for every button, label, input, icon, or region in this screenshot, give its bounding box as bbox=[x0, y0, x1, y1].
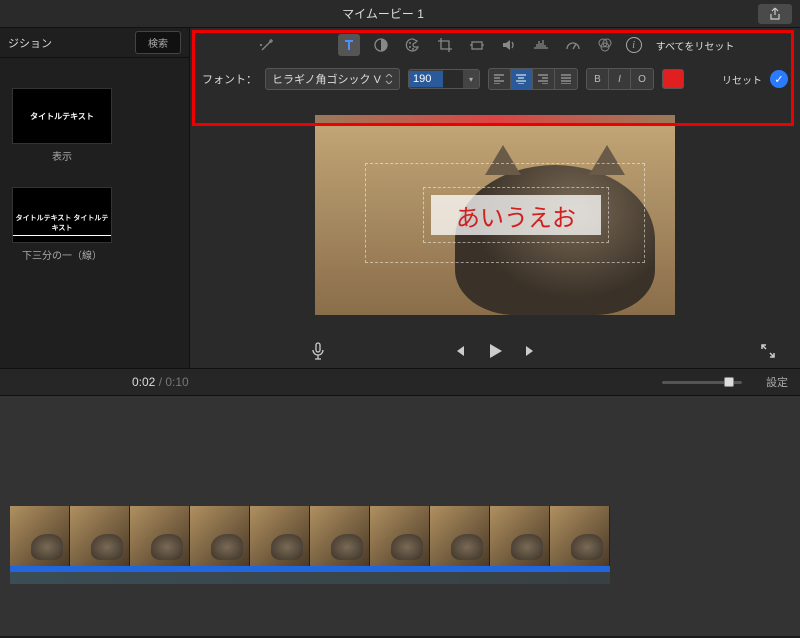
chevron-down-icon[interactable]: ▾ bbox=[463, 70, 479, 88]
timecode: 0:02 / 0:10 bbox=[132, 375, 189, 389]
title-template-centered[interactable]: タイトルテキスト 表示 bbox=[12, 88, 112, 163]
filter-icon[interactable] bbox=[594, 34, 616, 56]
inspector-bar: i すべてをリセット bbox=[190, 28, 800, 62]
font-size-field[interactable]: ▾ bbox=[408, 69, 480, 89]
video-clip[interactable] bbox=[10, 506, 800, 566]
titlebar: マイムービー 1 bbox=[0, 0, 800, 28]
share-button[interactable] bbox=[758, 4, 792, 24]
align-left-button[interactable] bbox=[489, 69, 511, 89]
video-viewer[interactable]: あいうえお bbox=[190, 96, 800, 334]
timeline-zoom-slider[interactable] bbox=[662, 381, 742, 384]
font-family-dropdown[interactable]: ヒラギノ角ゴシック V bbox=[265, 68, 400, 90]
play-button[interactable] bbox=[485, 341, 505, 361]
stabilize-icon[interactable] bbox=[466, 34, 488, 56]
timeline-header: 0:02 / 0:10 設定 bbox=[0, 368, 800, 396]
crop-icon[interactable] bbox=[434, 34, 456, 56]
next-frame-button[interactable] bbox=[523, 343, 539, 359]
audio-waveform[interactable] bbox=[10, 572, 610, 584]
volume-icon[interactable] bbox=[498, 34, 520, 56]
font-bar: フォント： ヒラギノ角ゴシック V ▾ B I O bbox=[190, 62, 800, 96]
apply-check-icon[interactable]: ✓ bbox=[770, 70, 788, 88]
bold-button[interactable]: B bbox=[587, 69, 609, 89]
noise-reduction-icon[interactable] bbox=[530, 34, 552, 56]
reset-button[interactable]: リセット bbox=[722, 72, 762, 87]
video-frame: あいうえお bbox=[315, 115, 675, 315]
thumb-label: 表示 bbox=[12, 148, 112, 163]
color-correction-icon[interactable] bbox=[370, 34, 392, 56]
magic-wand-icon[interactable] bbox=[256, 34, 278, 56]
title-text-overlay[interactable]: あいうえお bbox=[431, 195, 601, 235]
settings-button[interactable]: 設定 bbox=[766, 374, 788, 390]
text-align-group bbox=[488, 68, 578, 90]
prev-frame-button[interactable] bbox=[451, 343, 467, 359]
speed-icon[interactable] bbox=[562, 34, 584, 56]
info-icon[interactable]: i bbox=[626, 37, 642, 53]
timeline[interactable] bbox=[0, 396, 800, 636]
fullscreen-icon[interactable] bbox=[760, 343, 776, 359]
text-style-group: B I O bbox=[586, 68, 654, 90]
outline-button[interactable]: O bbox=[631, 69, 653, 89]
color-palette-icon[interactable] bbox=[402, 34, 424, 56]
microphone-icon[interactable] bbox=[310, 342, 326, 360]
sidebar: ジション 検索 タイトルテキスト 表示 タイトルテキスト タイトルテキスト 下三… bbox=[0, 28, 190, 368]
font-label: フォント： bbox=[202, 71, 257, 87]
playback-bar bbox=[190, 334, 800, 368]
align-right-button[interactable] bbox=[533, 69, 555, 89]
text-inspector-icon[interactable] bbox=[338, 34, 360, 56]
tab-transitions[interactable]: ジション bbox=[8, 35, 52, 51]
align-justify-button[interactable] bbox=[555, 69, 577, 89]
project-title: マイムービー 1 bbox=[8, 5, 758, 22]
preview-area: i すべてをリセット フォント： ヒラギノ角ゴシック V ▾ B bbox=[190, 28, 800, 368]
title-template-lower-third[interactable]: タイトルテキスト タイトルテキスト 下三分の一（線） bbox=[12, 187, 112, 262]
align-center-button[interactable] bbox=[511, 69, 533, 89]
search-input[interactable]: 検索 bbox=[135, 31, 181, 54]
reset-all-button[interactable]: すべてをリセット bbox=[656, 38, 735, 53]
text-color-swatch[interactable] bbox=[662, 69, 684, 89]
font-size-input[interactable] bbox=[409, 71, 443, 87]
thumb-label: 下三分の一（線） bbox=[12, 247, 112, 262]
italic-button[interactable]: I bbox=[609, 69, 631, 89]
